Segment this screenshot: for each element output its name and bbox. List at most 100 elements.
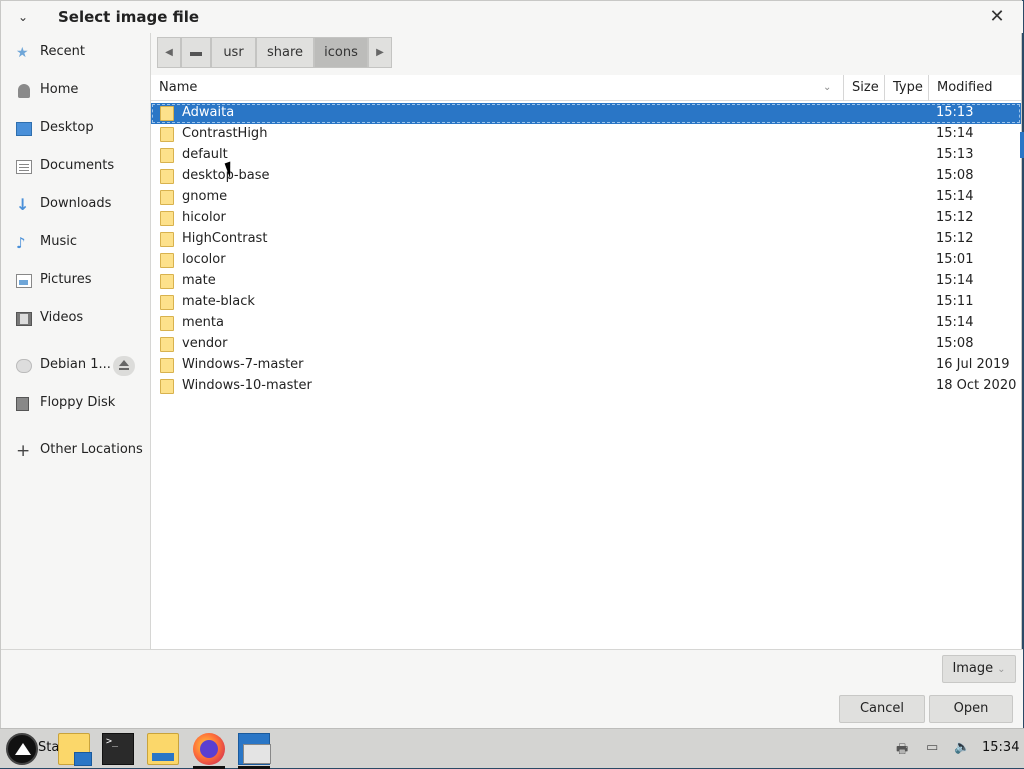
file-row[interactable]: desktop-base 15:08 <box>151 166 1021 187</box>
documents-icon <box>16 160 32 174</box>
file-name: hicolor <box>182 210 226 225</box>
floppy-icon <box>16 397 29 411</box>
close-icon[interactable]: ✕ <box>986 6 1008 28</box>
file-modified: 18 Oct 2020 <box>936 378 1017 393</box>
file-manager-app-icon[interactable] <box>58 733 92 766</box>
path-forward-icon[interactable]: ▶ <box>368 37 392 68</box>
dialog-footer: Image ⌄ Cancel Open <box>1 649 1023 729</box>
window-app-icon[interactable] <box>238 733 271 765</box>
sidebar-item-label: Pictures <box>40 272 92 287</box>
videos-icon <box>16 312 32 326</box>
sidebar-item-videos[interactable]: Videos <box>1 304 150 334</box>
taskbar: Sta >_ 🖶 ▭ 🔈 15:34 <box>0 728 1024 769</box>
folder-icon <box>160 106 174 121</box>
sidebar-item-recent[interactable]: ★ Recent <box>1 38 150 68</box>
file-row[interactable]: Windows-10-master 18 Oct 2020 <box>151 376 1021 397</box>
path-segment-usr[interactable]: usr <box>211 37 256 68</box>
folder-app-icon[interactable] <box>147 733 179 765</box>
column-size-header[interactable]: Size <box>852 75 879 101</box>
sidebar-item-debian[interactable]: Debian 1... <box>1 351 150 381</box>
file-row[interactable]: HighContrast 15:12 <box>151 229 1021 250</box>
file-modified: 15:14 <box>936 315 974 330</box>
file-row[interactable]: Adwaita 15:13 <box>151 103 1021 124</box>
file-modified: 16 Jul 2019 <box>936 357 1010 372</box>
home-icon <box>18 84 30 98</box>
file-row[interactable]: Windows-7-master 16 Jul 2019 <box>151 355 1021 376</box>
folder-icon <box>160 253 174 268</box>
folder-icon <box>160 337 174 352</box>
file-modified: 15:13 <box>936 105 974 120</box>
drive-icon <box>190 52 202 56</box>
file-name: Windows-10-master <box>182 378 312 393</box>
path-segment-share[interactable]: share <box>256 37 314 68</box>
network-icon[interactable]: ▭ <box>926 740 938 755</box>
file-modified: 15:14 <box>936 273 974 288</box>
sidebar-item-downloads[interactable]: ↓ Downloads <box>1 190 150 220</box>
file-modified: 15:08 <box>936 168 974 183</box>
file-modified: 15:12 <box>936 231 974 246</box>
file-row[interactable]: menta 15:14 <box>151 313 1021 334</box>
file-name: desktop-base <box>182 168 270 183</box>
start-menu-icon[interactable] <box>6 733 38 765</box>
open-button[interactable]: Open <box>929 695 1013 723</box>
sidebar-item-home[interactable]: Home <box>1 76 150 106</box>
sidebar-item-desktop[interactable]: Desktop <box>1 114 150 144</box>
path-root-button[interactable] <box>181 37 211 68</box>
file-row[interactable]: default 15:13 <box>151 145 1021 166</box>
sidebar-item-label: Floppy Disk <box>40 395 116 410</box>
file-row[interactable]: vendor 15:08 <box>151 334 1021 355</box>
list-header: Name ⌄ Size Type Modified <box>151 75 1021 101</box>
filter-label: Image <box>952 661 994 676</box>
recent-icon: ★ <box>16 45 29 61</box>
sidebar-item-label: Recent <box>40 44 85 59</box>
sidebar-item-other-locations[interactable]: + Other Locations <box>1 436 150 466</box>
file-modified: 15:01 <box>936 252 974 267</box>
sidebar-item-label: Home <box>40 82 79 97</box>
printer-icon[interactable]: 🖶 <box>896 740 908 762</box>
path-segment-icons[interactable]: icons <box>314 37 368 68</box>
folder-icon <box>160 127 174 142</box>
downloads-icon: ↓ <box>16 195 30 214</box>
window-menu-icon[interactable]: ⌄ <box>13 7 33 27</box>
dialog-title: Select image file <box>58 8 200 26</box>
file-row[interactable]: mate 15:14 <box>151 271 1021 292</box>
file-row[interactable]: mate-black 15:11 <box>151 292 1021 313</box>
file-modified: 15:11 <box>936 294 974 309</box>
sidebar-item-floppy[interactable]: Floppy Disk <box>1 389 150 419</box>
firefox-app-icon[interactable] <box>193 733 225 765</box>
volume-icon[interactable]: 🔈 <box>954 740 970 755</box>
column-name-header[interactable]: Name <box>159 75 197 101</box>
column-modified-header[interactable]: Modified <box>937 75 992 101</box>
file-name: mate <box>182 273 216 288</box>
eject-icon[interactable] <box>113 356 135 376</box>
clock[interactable]: 15:34 <box>982 740 1019 755</box>
folder-icon <box>160 211 174 226</box>
start-label[interactable]: Sta <box>38 740 59 755</box>
folder-icon <box>160 274 174 289</box>
sidebar-item-music[interactable]: ♪ Music <box>1 228 150 258</box>
desktop-icon <box>16 122 32 136</box>
sidebar-item-label: Debian 1... <box>40 357 111 372</box>
pictures-icon <box>16 274 32 288</box>
file-filter-dropdown[interactable]: Image ⌄ <box>942 655 1016 683</box>
terminal-app-icon[interactable]: >_ <box>102 733 134 765</box>
file-row[interactable]: locolor 15:01 <box>151 250 1021 271</box>
sidebar-item-pictures[interactable]: Pictures <box>1 266 150 296</box>
folder-icon <box>160 190 174 205</box>
column-type-header[interactable]: Type <box>893 75 923 101</box>
background-window-edge <box>1020 132 1024 158</box>
cancel-button[interactable]: Cancel <box>839 695 925 723</box>
folder-icon <box>160 358 174 373</box>
sidebar-item-label: Videos <box>40 310 84 325</box>
file-row[interactable]: gnome 15:14 <box>151 187 1021 208</box>
file-modified: 15:12 <box>936 210 974 225</box>
sidebar-item-documents[interactable]: Documents <box>1 152 150 182</box>
sidebar-item-label: Music <box>40 234 77 249</box>
path-back-icon[interactable]: ◀ <box>157 37 181 68</box>
file-name: gnome <box>182 189 228 204</box>
dropdown-arrow-icon: ⌄ <box>997 664 1006 675</box>
file-row[interactable]: hicolor 15:12 <box>151 208 1021 229</box>
file-chooser-dialog: ⌄ Select image file ✕ ★ Recent Home Desk… <box>0 0 1024 729</box>
file-name: mate-black <box>182 294 255 309</box>
file-row[interactable]: ContrastHigh 15:14 <box>151 124 1021 145</box>
